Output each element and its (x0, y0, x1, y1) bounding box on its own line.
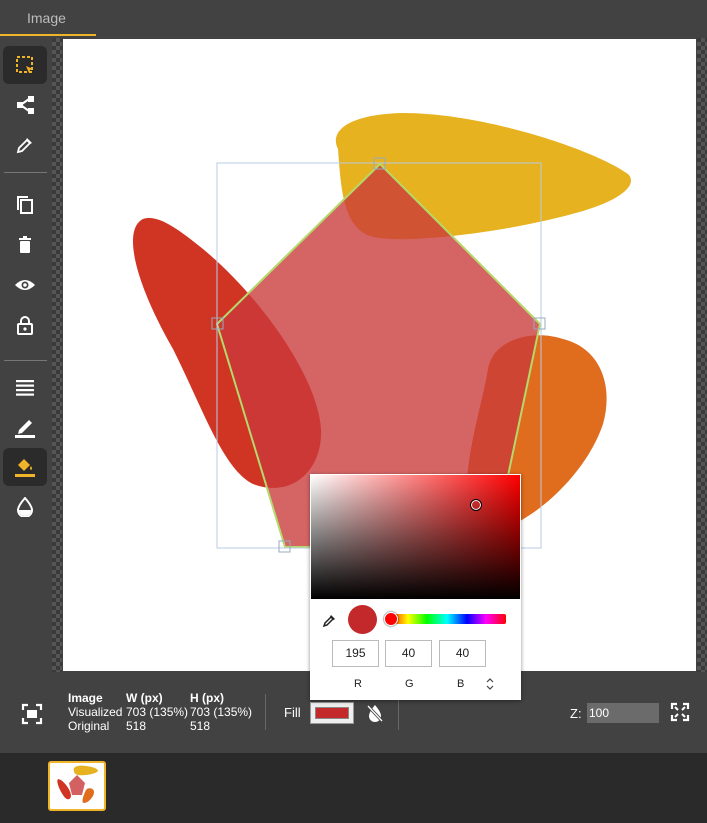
zoom-label: Z: (570, 706, 582, 721)
lock-button[interactable] (3, 306, 47, 344)
original-height: 518 (190, 719, 211, 733)
no-fill-icon[interactable] (366, 703, 384, 723)
green-label: G (405, 678, 414, 690)
blue-input[interactable]: 40 (439, 640, 486, 667)
color-picker-popover: 195 40 40 R G B (310, 474, 521, 700)
image-thumbnail[interactable] (48, 761, 106, 811)
red-input[interactable]: 195 (332, 640, 379, 667)
visibility-button[interactable] (3, 266, 47, 304)
fill-color-swatch[interactable] (310, 702, 354, 724)
opacity-button[interactable] (3, 488, 47, 526)
pencil-icon (15, 420, 35, 438)
info-label-height: H (px) (190, 691, 224, 705)
original-width: 518 (126, 719, 147, 733)
status-divider (265, 694, 266, 730)
share-icon (17, 96, 34, 114)
thumbnail-preview (57, 765, 98, 803)
color-cursor[interactable] (470, 499, 482, 511)
fit-screen-icon[interactable] (20, 702, 44, 726)
fill-button[interactable] (3, 448, 47, 486)
select-tool-button[interactable] (3, 46, 47, 84)
fill-bucket-icon (15, 459, 35, 477)
color-preview (348, 605, 377, 634)
info-label-width: W (px) (126, 691, 163, 705)
tool-sidebar (0, 38, 52, 672)
layers-button[interactable] (3, 368, 47, 406)
drop-icon (17, 497, 33, 517)
red-label: R (354, 678, 362, 690)
tab-image[interactable]: Image (0, 0, 96, 36)
format-toggle-icon[interactable] (486, 678, 494, 690)
info-label-image: Image (68, 691, 103, 705)
visualized-height: 703 (135%) (190, 705, 253, 719)
info-label-visualized: Visualized (68, 705, 123, 719)
tab-bar: Image (0, 0, 707, 38)
stroke-button[interactable] (3, 408, 47, 446)
toolbar-divider (4, 360, 47, 361)
hue-slider[interactable] (388, 614, 506, 624)
image-thumbnail-strip (0, 753, 707, 823)
eyedropper-icon (16, 138, 32, 154)
layers-icon (16, 380, 34, 396)
canvas-margin-right (697, 38, 707, 672)
copy-button[interactable] (3, 186, 47, 224)
lock-icon (17, 316, 33, 335)
saturation-value-field[interactable] (311, 475, 520, 599)
delete-button[interactable] (3, 226, 47, 264)
zoom-input[interactable] (587, 703, 659, 723)
info-label-original: Original (68, 719, 110, 733)
fill-label: Fill (284, 705, 301, 720)
eye-icon (15, 280, 35, 290)
trash-icon (19, 236, 31, 253)
visualized-width: 703 (135%) (126, 705, 189, 719)
green-input[interactable]: 40 (385, 640, 432, 667)
eyedropper-icon[interactable] (322, 612, 338, 628)
fullscreen-icon[interactable] (670, 702, 690, 722)
eyedropper-tool-button[interactable] (3, 126, 47, 164)
copy-icon (17, 196, 33, 214)
toolbar-divider (4, 172, 47, 173)
select-icon (16, 56, 33, 73)
hue-slider-handle[interactable] (384, 612, 398, 626)
blue-label: B (457, 678, 465, 690)
canvas-margin-left (52, 38, 62, 672)
node-tool-button[interactable] (3, 86, 47, 124)
